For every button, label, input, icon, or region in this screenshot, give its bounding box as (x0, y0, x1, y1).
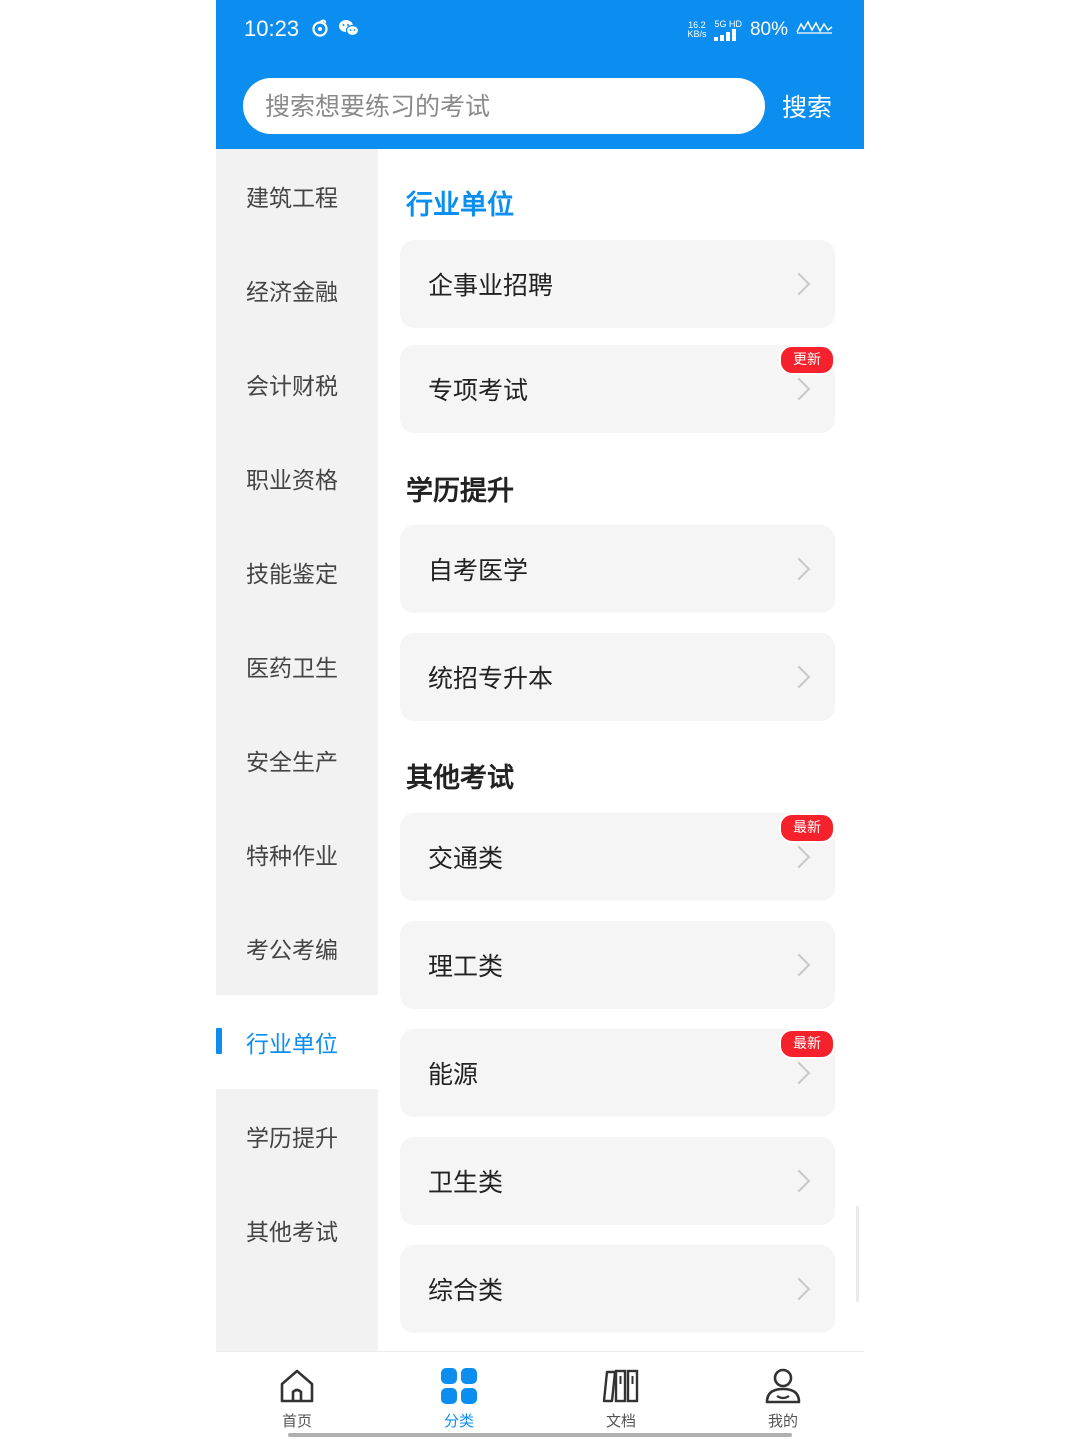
phone-screen: 10:23 16.2 KB/s 5G HD 80% 搜索想要练习的考试 搜索 建… (216, 0, 864, 1439)
sidebar-item-safety[interactable]: 安全生产 (216, 713, 378, 807)
chevron-right-icon (787, 1169, 811, 1193)
search-button[interactable]: 搜索 (782, 88, 832, 124)
exam-card-label: 自考医学 (428, 556, 529, 585)
tab-label: 我的 (767, 1412, 798, 1430)
active-indicator (216, 1028, 222, 1054)
swirl-app-icon (310, 18, 330, 38)
exam-card[interactable]: 统招专升本 (400, 633, 835, 721)
sidebar-item-finance[interactable]: 经济金融 (216, 243, 378, 337)
section-title-education: 学历提升 (406, 476, 514, 507)
chevron-right-icon (787, 1277, 811, 1301)
search-input[interactable] (265, 78, 745, 134)
category-grid-icon (439, 1366, 479, 1406)
exam-card[interactable]: 自考医学 (400, 525, 835, 613)
chevron-right-icon (787, 272, 811, 296)
signal-group: 5G HD (714, 18, 742, 41)
exam-card[interactable]: 理工类 (400, 921, 835, 1009)
sidebar-item-qualification[interactable]: 职业资格 (216, 431, 378, 525)
new-badge: 最新 (779, 1029, 835, 1059)
sidebar-item-label: 建筑工程 (246, 186, 338, 212)
sidebar-item-label: 特种作业 (246, 844, 338, 870)
section-title-other: 其他考试 (406, 763, 514, 794)
home-icon (277, 1366, 317, 1406)
exam-card[interactable]: 能源 最新 (400, 1029, 835, 1117)
wechat-icon (338, 18, 360, 38)
tab-profile[interactable]: 我的 (702, 1352, 864, 1439)
sidebar-item-label: 经济金融 (246, 280, 338, 306)
sidebar-item-label: 医药卫生 (246, 656, 338, 682)
exam-card-label: 交通类 (428, 844, 504, 873)
tab-label: 分类 (443, 1412, 474, 1430)
exam-card[interactable]: 交通类 最新 (400, 813, 835, 901)
sidebar-item-label: 学历提升 (246, 1126, 338, 1152)
chevron-right-icon (787, 953, 811, 977)
bottom-tab-bar: 首页 分类 文档 我的 (216, 1351, 864, 1439)
sidebar-item-education[interactable]: 学历提升 (216, 1089, 378, 1183)
sidebar-item-construction[interactable]: 建筑工程 (216, 149, 378, 243)
chevron-right-icon (787, 1061, 811, 1085)
sidebar-item-accounting[interactable]: 会计财税 (216, 337, 378, 431)
tab-home[interactable]: 首页 (216, 1352, 378, 1439)
header: 10:23 16.2 KB/s 5G HD 80% 搜索想要练习的考试 搜索 (216, 0, 864, 149)
chevron-right-icon (787, 377, 811, 401)
signal-bars-icon (714, 28, 737, 41)
documents-icon (601, 1366, 641, 1406)
battery-icon (796, 18, 834, 42)
category-sidebar: 建筑工程 经济金融 会计财税 职业资格 技能鉴定 医药卫生 安全生产 特种作业 … (216, 149, 378, 1351)
sidebar-item-special-ops[interactable]: 特种作业 (216, 807, 378, 901)
exam-card-label: 卫生类 (428, 1168, 504, 1197)
exam-card-label: 统招专升本 (428, 664, 554, 693)
tab-label: 首页 (281, 1412, 312, 1430)
status-right-group: 16.2 KB/s 5G HD 80% (687, 18, 834, 42)
category-content: 行业单位 企事业招聘 专项考试 更新 学历提升 自考医学 统招专升本 其他考试 … (378, 149, 864, 1351)
new-badge: 最新 (779, 813, 835, 843)
exam-card-label: 能源 (428, 1060, 479, 1089)
exam-card-label: 专项考试 (428, 376, 529, 405)
update-badge: 更新 (779, 345, 835, 375)
exam-card[interactable]: 企事业招聘 (400, 240, 835, 328)
sidebar-item-label: 会计财税 (246, 374, 338, 400)
profile-icon (763, 1366, 803, 1406)
scrollbar[interactable] (856, 1206, 859, 1302)
sidebar-item-label: 安全生产 (246, 750, 338, 776)
status-time: 10:23 (244, 16, 300, 41)
exam-card[interactable]: 综合类 (400, 1245, 835, 1333)
sidebar-item-skill[interactable]: 技能鉴定 (216, 525, 378, 619)
tab-documents[interactable]: 文档 (540, 1352, 702, 1439)
sidebar-item-label: 行业单位 (246, 1032, 338, 1058)
sidebar-item-civil-service[interactable]: 考公考编 (216, 901, 378, 995)
chevron-right-icon (787, 845, 811, 869)
status-bar: 10:23 16.2 KB/s 5G HD 80% (216, 0, 864, 62)
sidebar-item-label: 考公考编 (246, 938, 338, 964)
home-indicator[interactable] (288, 1433, 792, 1437)
sidebar-item-industry[interactable]: 行业单位 (216, 995, 378, 1089)
sidebar-item-medical[interactable]: 医药卫生 (216, 619, 378, 713)
sidebar-item-label: 职业资格 (246, 468, 338, 494)
exam-card-label: 综合类 (428, 1276, 504, 1305)
sidebar-item-other[interactable]: 其他考试 (216, 1183, 378, 1277)
net-speed: 16.2 KB/s (687, 21, 706, 39)
signal-label: 5G HD (714, 18, 742, 29)
sidebar-item-label: 技能鉴定 (246, 562, 338, 588)
chevron-right-icon (787, 557, 811, 581)
tab-label: 文档 (605, 1412, 636, 1430)
exam-card-label: 企事业招聘 (428, 271, 554, 300)
tab-category[interactable]: 分类 (378, 1352, 540, 1439)
exam-card[interactable]: 专项考试 更新 (400, 345, 835, 433)
status-notification-icons (310, 18, 360, 38)
battery-percent: 80% (749, 19, 788, 40)
sidebar-item-label: 其他考试 (246, 1220, 338, 1246)
section-title-industry: 行业单位 (406, 190, 514, 221)
chevron-right-icon (787, 665, 811, 689)
search-box[interactable] (243, 78, 765, 134)
exam-card-label: 理工类 (428, 952, 504, 981)
net-speed-unit: KB/s (687, 29, 707, 39)
exam-card[interactable]: 卫生类 (400, 1137, 835, 1225)
